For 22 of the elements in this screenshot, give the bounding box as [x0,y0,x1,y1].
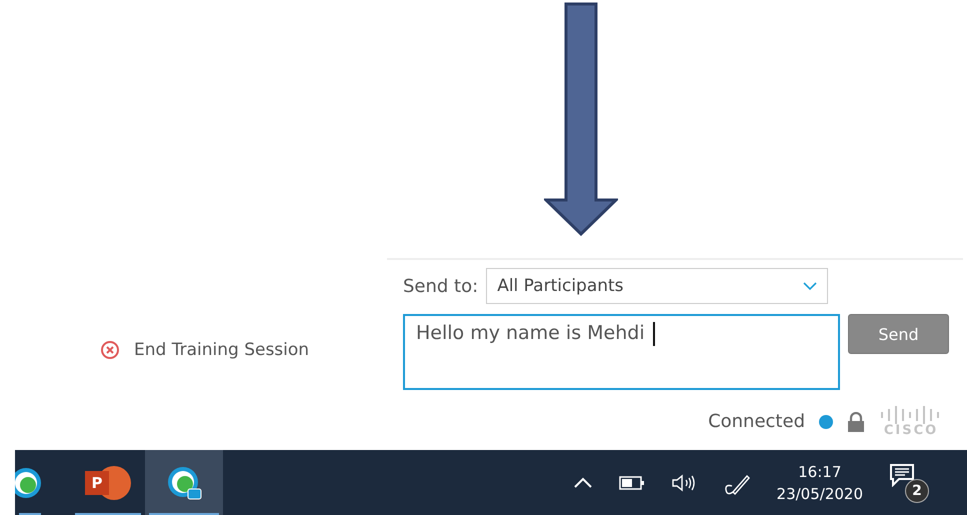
globe-chat-icon [166,464,202,500]
send-to-label: Send to: [403,276,478,296]
message-field[interactable]: Hello my name is Mehdi [403,314,840,390]
notification-button[interactable]: 2 [889,462,929,502]
send-button[interactable]: Send [848,314,949,354]
close-icon [100,340,120,360]
clock[interactable]: 16:17 23/05/2020 [776,462,863,502]
cisco-logo: CISCO [879,406,943,437]
chevron-up-icon[interactable] [572,476,593,488]
end-session-button[interactable]: End Training Session [100,340,310,360]
message-icon [889,462,915,486]
lock-icon [847,412,865,432]
connection-status: Connected [708,411,805,432]
down-arrow-icon [544,2,618,236]
globe-icon [15,466,43,500]
chevron-down-icon [803,282,818,290]
taskbar-app[interactable]: P [71,450,145,515]
taskbar-app[interactable] [145,450,223,515]
speaker-icon[interactable] [670,472,697,492]
battery-icon[interactable] [618,476,645,490]
notification-badge: 2 [905,478,929,502]
recipient-dropdown[interactable]: All Participants [486,268,828,304]
